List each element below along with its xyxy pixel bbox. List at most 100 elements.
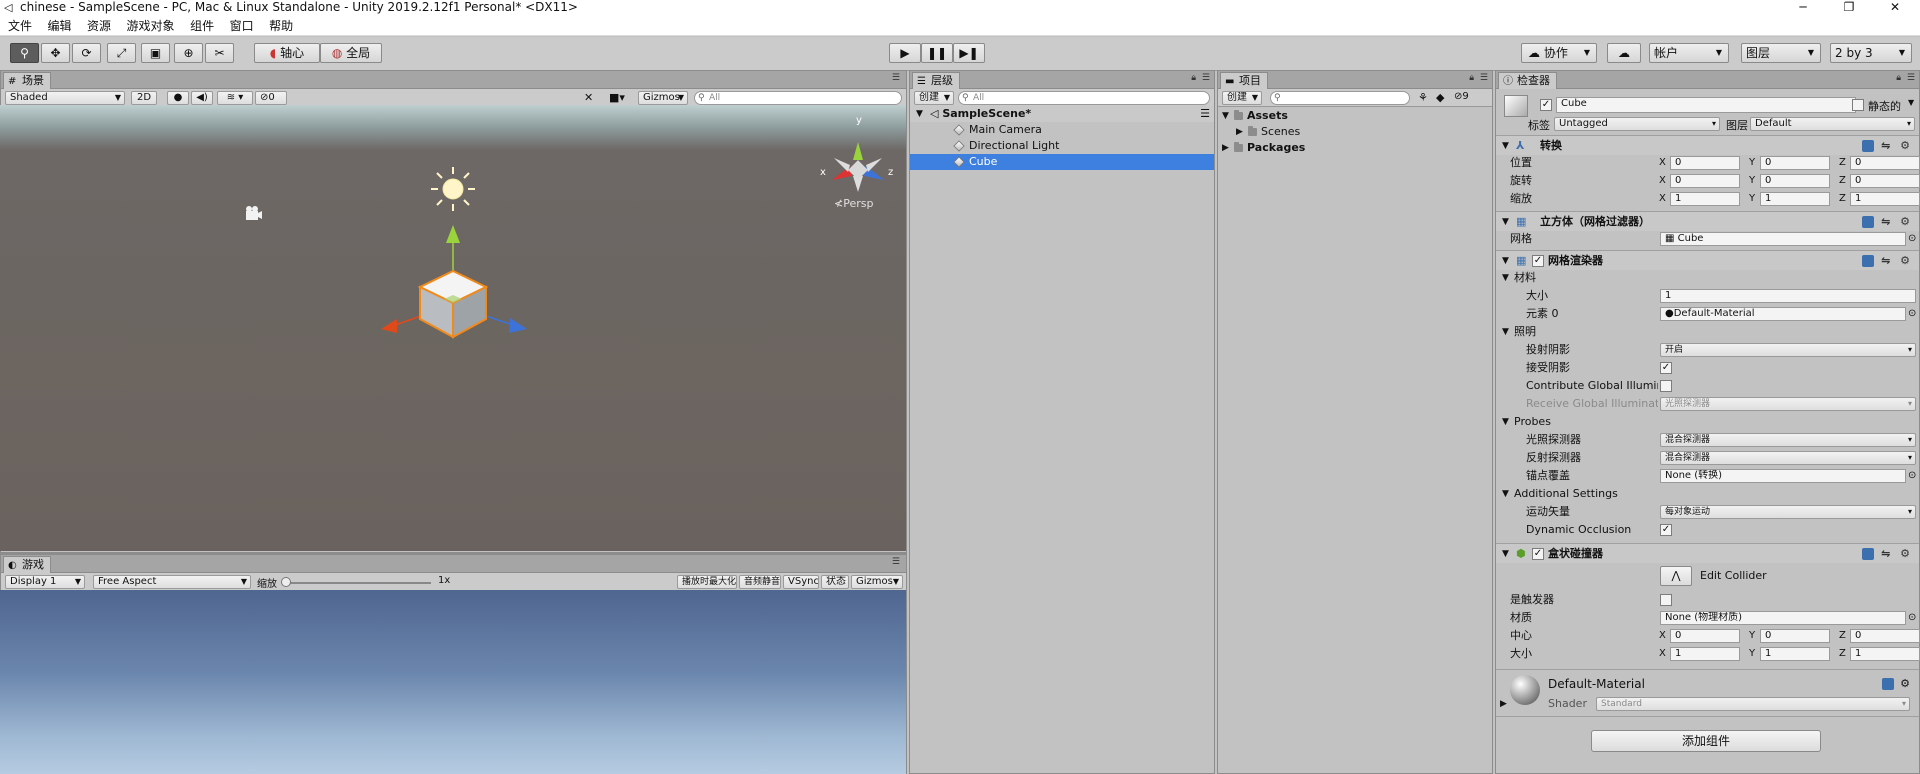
hierarchy-item-selected[interactable]: Cube [910, 154, 1214, 170]
scale-slider-handle[interactable] [281, 577, 291, 587]
position-x-field[interactable]: 0 [1670, 156, 1740, 170]
active-checkbox[interactable]: ✓ [1540, 99, 1552, 111]
tools-icon[interactable]: ✕ [584, 91, 593, 104]
aspect-dropdown[interactable]: Free Aspect ▼ [93, 575, 251, 589]
project-folder-assets[interactable]: ▼ Assets [1218, 108, 1492, 124]
dynamic-occlusion-checkbox[interactable]: ✓ [1660, 524, 1672, 536]
foldout-closed-icon[interactable]: ▶ [1500, 699, 1507, 709]
lock-icon[interactable]: 🔒︎ [1469, 73, 1474, 83]
hidden-packages-toggle[interactable]: ⊘9 [1454, 91, 1469, 102]
collab-dropdown[interactable]: ☁ 协作 ▼ [1521, 43, 1597, 63]
hierarchy-search-input[interactable]: ⚲ All [958, 91, 1210, 105]
additional-settings-foldout[interactable]: ▼ Additional Settings [1496, 485, 1919, 503]
tab-project[interactable]: ▬ 项目 [1220, 72, 1268, 89]
play-button[interactable]: ▶ [889, 43, 921, 63]
hierarchy-item[interactable]: Main Camera [910, 122, 1214, 138]
maximize-button[interactable]: ❐ [1826, 0, 1872, 16]
center-z-field[interactable]: 0 [1850, 629, 1920, 643]
filter-label-icon[interactable]: ◆ [1436, 91, 1444, 104]
scale-x-field[interactable]: 1 [1670, 192, 1740, 206]
object-picker-icon[interactable]: ⊙ [1908, 609, 1916, 627]
menu-file[interactable]: 文件 [0, 16, 38, 36]
edit-collider-button[interactable]: ⋀ [1660, 566, 1692, 586]
hierarchy-item[interactable]: Directional Light [910, 138, 1214, 154]
rotation-x-field[interactable]: 0 [1670, 174, 1740, 188]
box-collider-enabled-checkbox[interactable]: ✓ [1532, 548, 1544, 560]
settings-gear-icon[interactable]: ⚙ [1900, 254, 1913, 267]
mesh-filter-header[interactable]: ▼ ▦ 立方体（网格过滤器） ⇋ ⚙ [1496, 211, 1919, 231]
transform-header[interactable]: ▼ ⅄ 转换 ⇋ ⚙ [1496, 135, 1919, 155]
custom-tool-button[interactable]: ✂ [205, 43, 234, 63]
anchor-override-field[interactable]: None (转换) [1660, 469, 1906, 483]
foldout-open-icon[interactable]: ▼ [1502, 251, 1509, 271]
scale-z-field[interactable]: 1 [1850, 192, 1920, 206]
game-gizmos-dropdown[interactable]: Gizmos ▼ [851, 575, 903, 589]
scene-root-row[interactable]: ▼ ◁ SampleScene* ☰ [910, 106, 1214, 122]
display-dropdown[interactable]: Display 1 ▼ [5, 575, 85, 589]
close-button[interactable]: ✕ [1872, 0, 1918, 16]
object-name-field[interactable]: Cube [1556, 97, 1856, 113]
chevron-down-icon[interactable]: ▼ [1908, 98, 1914, 107]
foldout-open-icon[interactable]: ▼ [916, 106, 923, 122]
account-dropdown[interactable]: 帐户 ▼ [1649, 43, 1729, 63]
help-icon[interactable] [1862, 216, 1875, 228]
panel-menu-icon[interactable]: ☰ [1480, 73, 1488, 83]
tab-inspector[interactable]: ⓘ 检查器 [1498, 72, 1557, 89]
foldout-open-icon[interactable]: ▼ [1502, 544, 1509, 564]
center-x-field[interactable]: 0 [1670, 629, 1740, 643]
static-checkbox[interactable] [1852, 99, 1864, 111]
shading-mode-dropdown[interactable]: Shaded ▼ [5, 91, 125, 105]
project-create-dropdown[interactable]: 创建 ▼ [1222, 91, 1262, 105]
position-y-field[interactable]: 0 [1760, 156, 1830, 170]
motion-vectors-dropdown[interactable]: 每对象运动 ▾ [1660, 505, 1916, 519]
audio-toggle[interactable]: ◀) [191, 91, 213, 105]
reflection-probes-dropdown[interactable]: 混合探测器 ▾ [1660, 451, 1916, 465]
camera-icon[interactable]: ■▾ [609, 91, 625, 104]
contribute-gi-checkbox[interactable] [1660, 380, 1672, 392]
lighting-toggle[interactable]: ● [167, 91, 189, 105]
is-trigger-checkbox[interactable] [1660, 594, 1672, 606]
preset-icon[interactable]: ⇋ [1881, 254, 1893, 267]
tab-scene[interactable]: # 场景 [3, 72, 51, 89]
probes-foldout[interactable]: ▼ Probes [1496, 413, 1919, 431]
mesh-field[interactable]: ▦ Cube [1660, 232, 1906, 246]
preset-icon[interactable]: ⇋ [1881, 547, 1893, 560]
layer-dropdown[interactable]: Default ▾ [1750, 117, 1915, 131]
tab-hierarchy[interactable]: ☰ 层级 [912, 72, 960, 89]
menu-assets[interactable]: 资源 [81, 16, 117, 36]
layers-dropdown[interactable]: 图层 ▼ [1741, 43, 1821, 63]
panel-menu-icon[interactable]: ☰ [1907, 73, 1915, 83]
project-folder-scenes[interactable]: ▶ Scenes [1218, 124, 1492, 140]
object-picker-icon[interactable]: ⊙ [1908, 467, 1916, 485]
size-x-field[interactable]: 1 [1670, 647, 1740, 661]
lighting-foldout[interactable]: ▼ 照明 [1496, 323, 1919, 341]
mute-audio-toggle[interactable]: 音频静音 [739, 575, 781, 589]
scene-menu-icon[interactable]: ☰ [1200, 106, 1210, 122]
vsync-toggle[interactable]: VSync [783, 575, 819, 589]
transform-tool-button[interactable]: ⊕ [174, 43, 203, 63]
preset-icon[interactable]: ⇋ [1881, 215, 1893, 228]
size-y-field[interactable]: 1 [1760, 647, 1830, 661]
settings-gear-icon[interactable]: ⚙ [1900, 215, 1913, 228]
lock-icon[interactable]: 🔒︎ [1896, 73, 1901, 83]
tag-dropdown[interactable]: Untagged ▾ [1554, 117, 1720, 131]
foldout-open-icon[interactable]: ▼ [1502, 323, 1509, 341]
mesh-renderer-header[interactable]: ▼ ▦ ✓ 网格渲染器 ⇋ ⚙ [1496, 250, 1919, 270]
panel-menu-icon[interactable]: ☰ [1202, 73, 1210, 83]
foldout-closed-icon[interactable]: ▶ [1222, 140, 1229, 156]
hierarchy-create-dropdown[interactable]: 创建 ▼ [914, 91, 954, 105]
rotation-y-field[interactable]: 0 [1760, 174, 1830, 188]
maximize-on-play-toggle[interactable]: 播放时最大化 [677, 575, 737, 589]
add-component-button[interactable]: 添加组件 [1591, 730, 1821, 752]
scale-tool-button[interactable]: ⤢ [107, 43, 136, 63]
help-icon[interactable] [1862, 255, 1875, 267]
shader-dropdown[interactable]: Standard ▾ [1596, 697, 1910, 711]
cast-shadows-dropdown[interactable]: 开启 ▾ [1660, 343, 1916, 357]
scale-y-field[interactable]: 1 [1760, 192, 1830, 206]
foldout-open-icon[interactable]: ▼ [1502, 136, 1509, 156]
object-picker-icon[interactable]: ⊙ [1908, 230, 1916, 248]
scene-viewport[interactable]: y x z ≮Persp [0, 105, 906, 551]
global-toggle-button[interactable]: ◍ 全局 [320, 43, 382, 63]
project-search-input[interactable]: ⚲ [1270, 91, 1410, 105]
light-probes-dropdown[interactable]: 混合探测器 ▾ [1660, 433, 1916, 447]
